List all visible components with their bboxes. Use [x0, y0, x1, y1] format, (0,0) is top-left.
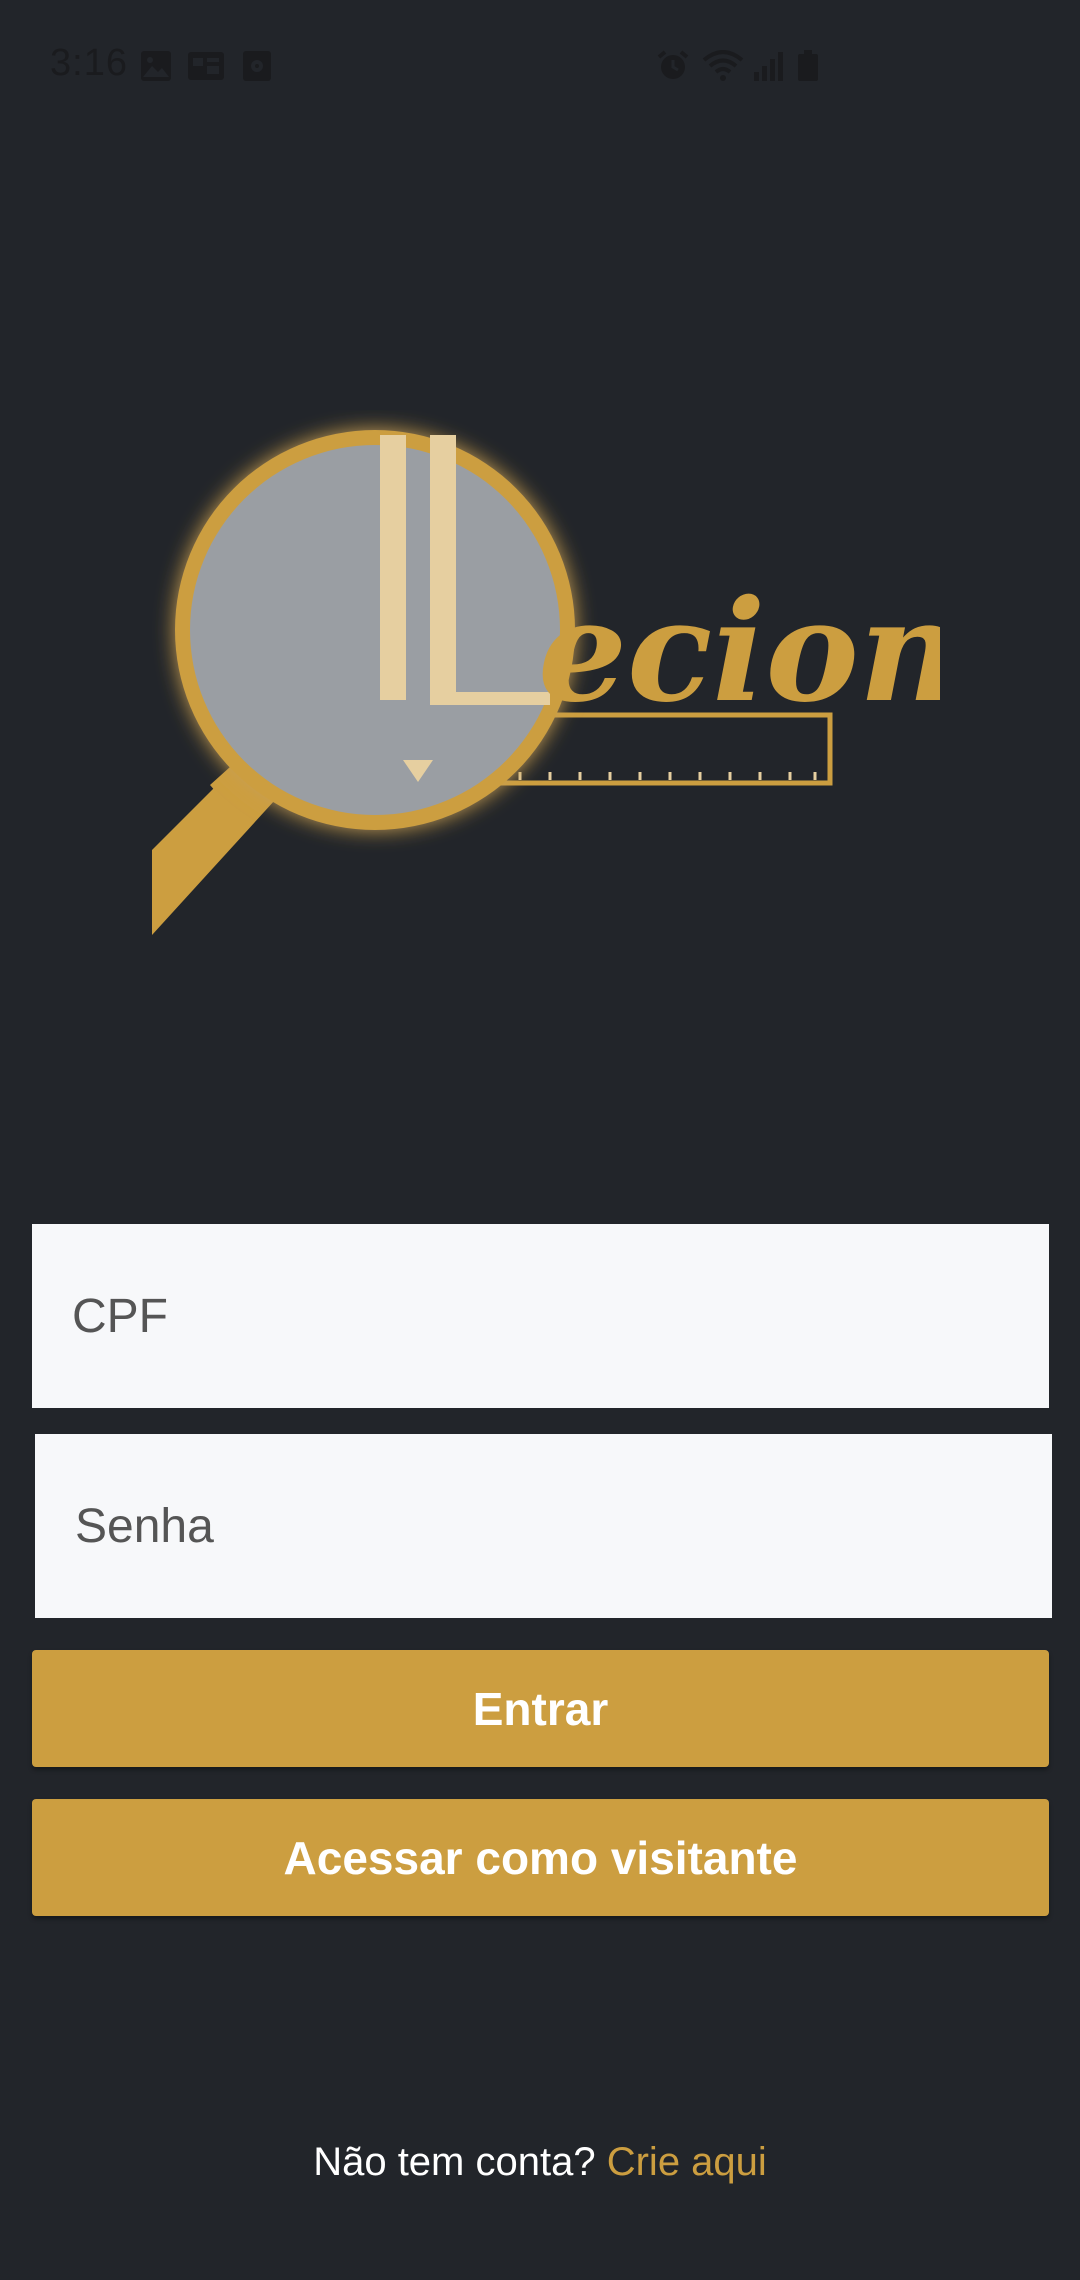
wifi-icon: [702, 50, 744, 81]
cpf-input[interactable]: [32, 1224, 1049, 1408]
status-time: 3:16: [50, 42, 128, 84]
signup-prompt-text: Não tem conta?: [313, 2140, 596, 2184]
lecione-logo: ecione: [152, 430, 940, 935]
logo-text: ecione: [538, 570, 940, 734]
signal-icon: [754, 52, 783, 81]
password-input[interactable]: [35, 1434, 1052, 1618]
battery-icon: [798, 50, 818, 81]
sim-card-icon: [188, 52, 224, 80]
image-icon: [141, 51, 171, 81]
magnifier-icon: [175, 430, 575, 830]
guest-access-button[interactable]: Acessar como visitante: [32, 1799, 1049, 1916]
signup-prompt: Não tem conta? Crie aqui: [0, 2140, 1080, 2185]
login-button[interactable]: Entrar: [32, 1650, 1049, 1767]
alarm-icon: [657, 50, 689, 79]
signup-link[interactable]: Crie aqui: [607, 2140, 767, 2184]
status-bar: 3:16: [0, 0, 1080, 130]
storage-icon: [243, 51, 271, 81]
